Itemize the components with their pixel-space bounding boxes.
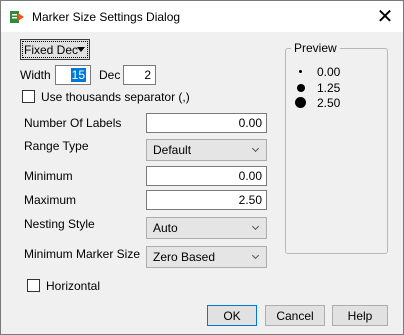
range-type-value: Default	[153, 143, 192, 157]
preview-value: 0.00	[317, 65, 341, 79]
cancel-button[interactable]: Cancel	[265, 305, 325, 326]
width-input[interactable]: 15	[55, 65, 91, 85]
ok-button-label: OK	[223, 308, 241, 323]
chevron-down-icon	[251, 144, 260, 153]
maximum-input[interactable]: 2.50	[146, 190, 267, 210]
thousands-separator-checkbox[interactable]	[22, 90, 35, 103]
minimum-value: 0.00	[238, 169, 262, 183]
maximum-value: 2.50	[238, 193, 262, 207]
preview-dot-small	[299, 70, 302, 73]
format-dropdown[interactable]: Fixed Dec	[20, 39, 90, 60]
number-of-labels-value: 0.00	[238, 116, 262, 130]
width-label: Width	[20, 68, 51, 82]
format-dropdown-label: Fixed Dec	[24, 42, 79, 57]
number-of-labels-input[interactable]: 0.00	[146, 113, 267, 133]
help-button[interactable]: Help	[332, 305, 388, 326]
dec-input[interactable]: 2	[123, 65, 156, 85]
maximum-label: Maximum	[24, 193, 77, 207]
preview-value: 2.50	[317, 96, 341, 110]
preview-value: 1.25	[317, 81, 341, 95]
app-icon	[9, 9, 25, 25]
nesting-style-label: Nesting Style	[24, 217, 95, 231]
ok-button[interactable]: OK	[207, 305, 257, 326]
close-button[interactable]: ✕	[367, 1, 403, 32]
thousands-separator-label: Use thousands separator (,)	[41, 90, 190, 104]
chevron-down-icon	[251, 251, 260, 260]
nesting-style-select[interactable]: Auto	[146, 217, 267, 239]
chevron-down-icon	[251, 222, 260, 231]
min-marker-size-select[interactable]: Zero Based	[146, 246, 267, 268]
title-bar[interactable]: Marker Size Settings Dialog ✕	[1, 1, 403, 32]
minimum-label: Minimum	[24, 169, 73, 183]
min-marker-size-label: Minimum Marker Size	[24, 247, 141, 261]
nesting-style-value: Auto	[153, 221, 178, 235]
dropdown-arrow-icon	[77, 47, 85, 52]
range-type-select[interactable]: Default	[146, 139, 267, 161]
horizontal-checkbox[interactable]	[27, 279, 40, 292]
dialog-body: Fixed Dec Width 15 Dec 2 Use thousands s…	[1, 32, 403, 334]
help-button-label: Help	[347, 308, 373, 323]
range-type-label: Range Type	[24, 139, 89, 153]
width-value: 15	[70, 68, 86, 82]
minimum-input[interactable]: 0.00	[146, 166, 267, 186]
dialog-window: Marker Size Settings Dialog ✕ Fixed Dec …	[0, 0, 404, 335]
dec-value: 2	[144, 68, 151, 82]
preview-title: Preview	[291, 41, 340, 55]
close-icon: ✕	[376, 5, 394, 28]
number-of-labels-label: Number Of Labels	[24, 116, 122, 130]
preview-dot-large	[295, 97, 306, 108]
dec-label: Dec	[99, 68, 121, 82]
horizontal-label: Horizontal	[46, 279, 101, 293]
preview-dot-medium	[297, 84, 305, 92]
min-marker-size-value: Zero Based	[153, 250, 216, 264]
window-title: Marker Size Settings Dialog	[32, 10, 181, 24]
cancel-button-label: Cancel	[276, 308, 314, 323]
